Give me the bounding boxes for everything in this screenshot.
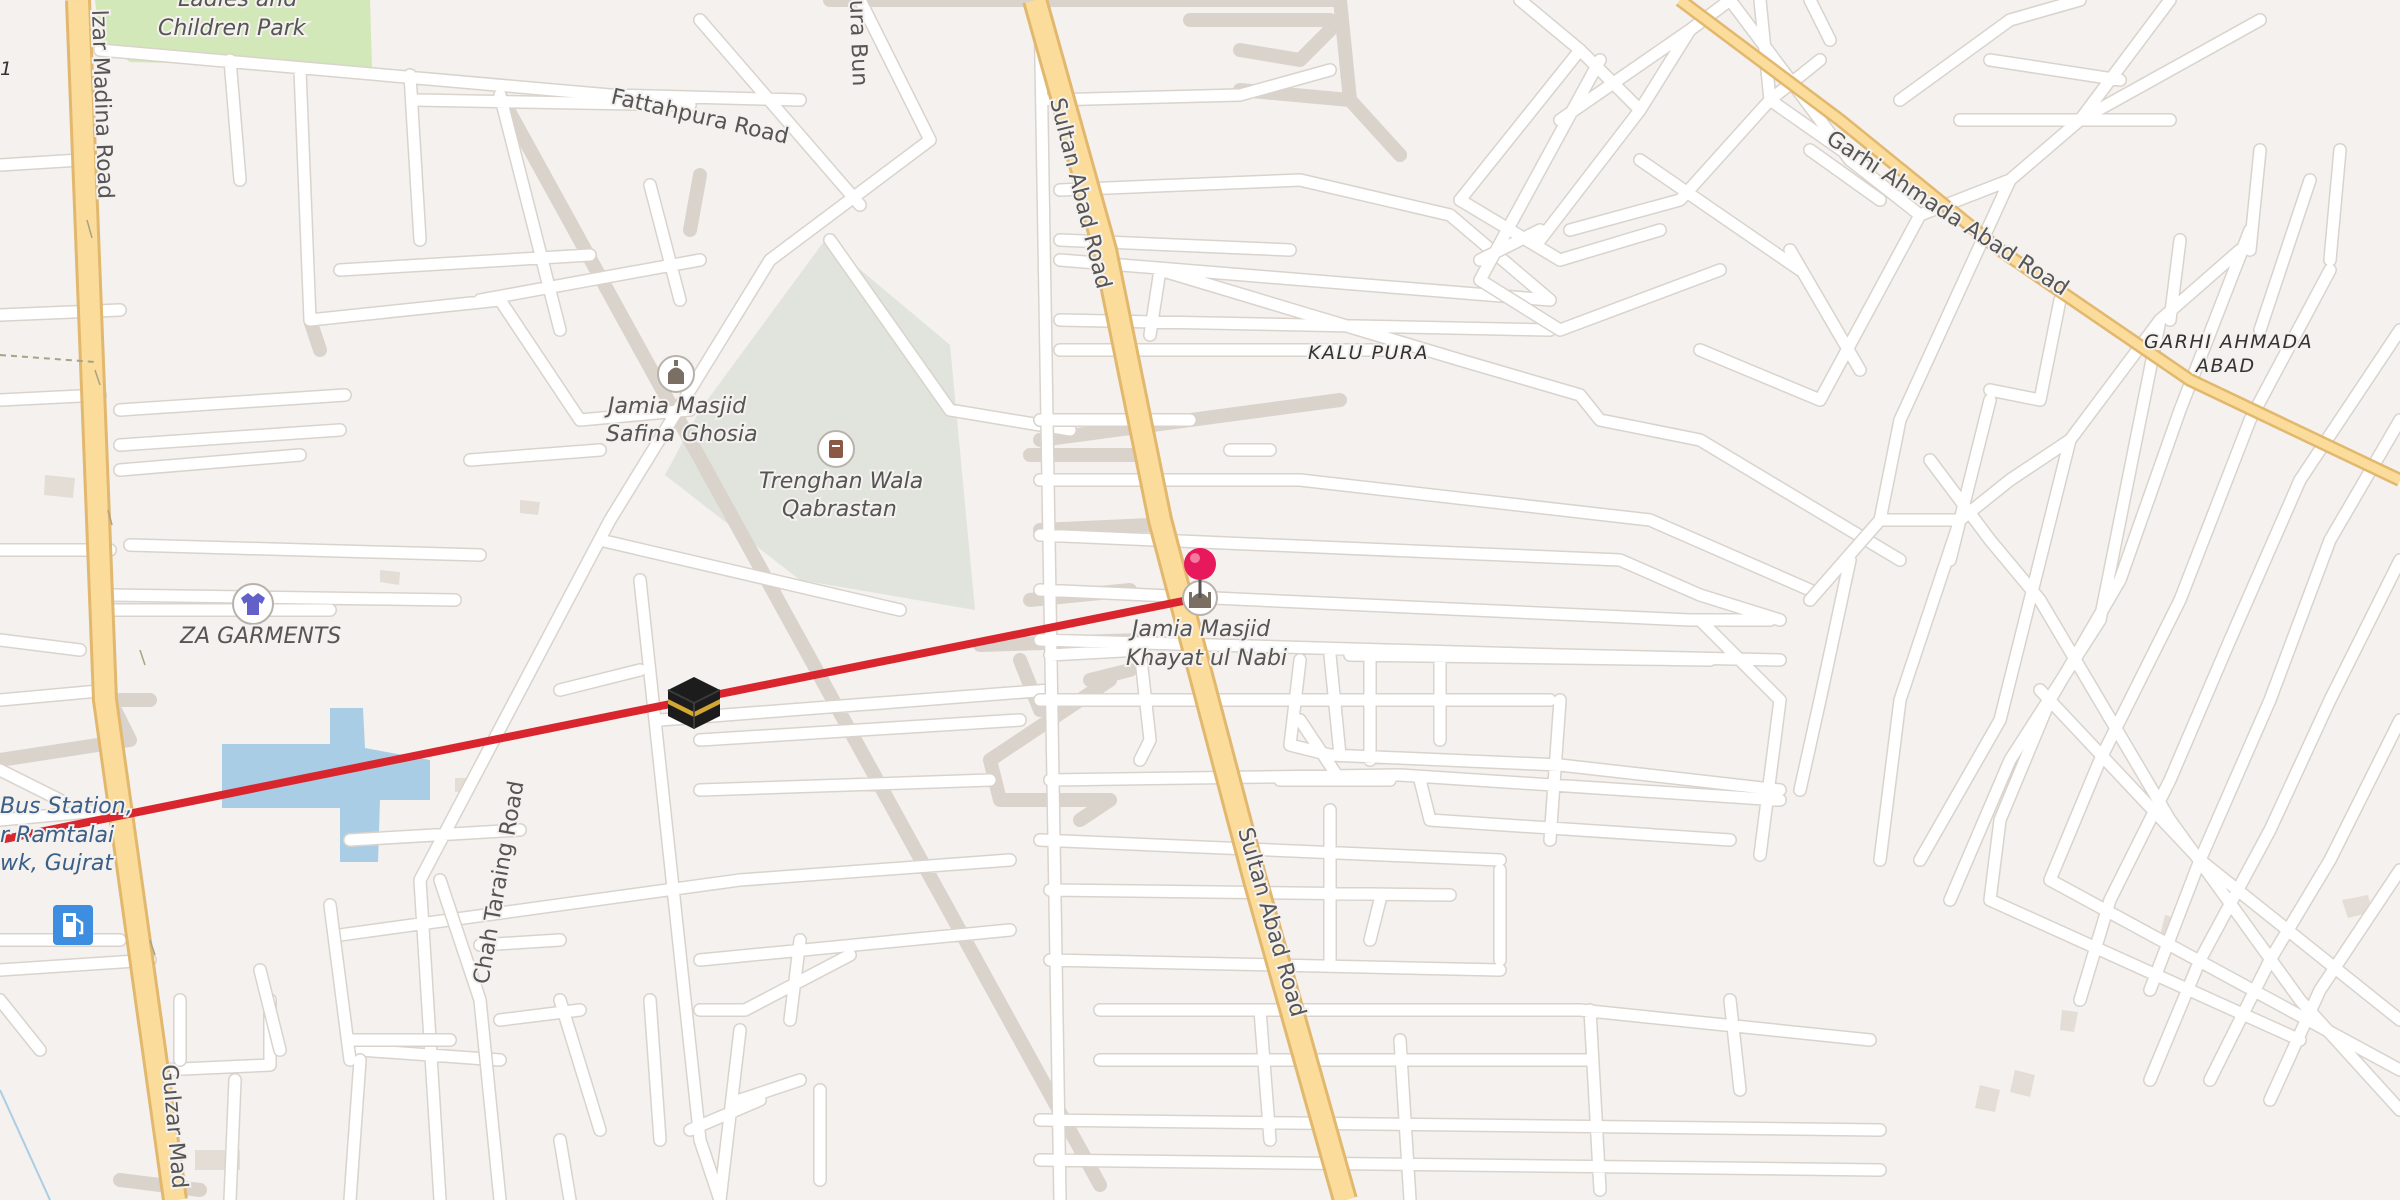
poi-label-masjid-khayat-line2: Khayat ul Nabi xyxy=(1126,646,1287,671)
poi-label-bus-line1: Bus Station, xyxy=(0,794,133,819)
poi-label-qabrastan-line2: Qabrastan xyxy=(782,497,897,522)
place-label-garhi-ahmada-line2: ABAD xyxy=(2194,355,2256,377)
place-label-garhi-ahmada-line1: GARHI AHMADA xyxy=(2144,331,2313,353)
fuel-station-icon[interactable] xyxy=(53,905,93,945)
poi-label-masjid-khayat-line1: Jamia Masjid xyxy=(1128,617,1271,642)
place-label-kalu-pura: KALU PURA xyxy=(1308,342,1429,364)
map-canvas[interactable]: lzar Madina Road Gulzar Mad Fattahpura R… xyxy=(0,0,2400,1200)
cemetery-icon[interactable] xyxy=(817,430,855,468)
park-label-line2: Children Park xyxy=(158,16,307,41)
place-label-edge-digit: 1 xyxy=(0,58,14,80)
poi-label-masjid-safina-line1: Jamia Masjid xyxy=(604,394,747,419)
poi-label-bus-line2: r Ramtalai xyxy=(0,823,114,848)
building xyxy=(44,475,75,498)
building xyxy=(520,500,540,515)
poi-label-qabrastan-line1: Trenghan Wala xyxy=(759,469,923,494)
poi-label-bus-line3: wk, Gujrat xyxy=(0,851,114,876)
park-label-line1: Ladies and xyxy=(178,0,298,12)
road-label-pura-bun: ura Bun xyxy=(844,0,872,87)
clothes-shop-icon[interactable] xyxy=(232,583,274,625)
poi-label-masjid-safina-line2: Safina Ghosia xyxy=(606,422,758,447)
mosque-icon[interactable] xyxy=(657,355,695,393)
poi-label-garments: ZA GARMENTS xyxy=(179,624,341,649)
